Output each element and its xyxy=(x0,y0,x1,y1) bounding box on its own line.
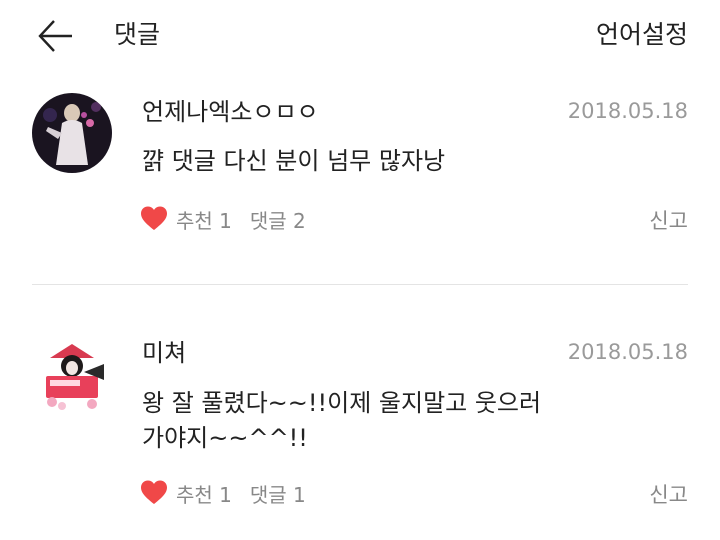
page-title: 댓글 xyxy=(114,20,161,49)
comment-text-line-2: 가야지~~^^!! xyxy=(142,424,308,452)
comment-date: 2018.05.18 xyxy=(567,99,688,123)
avatar-image xyxy=(32,93,112,173)
divider xyxy=(32,284,688,285)
comment-date: 2018.05.18 xyxy=(567,340,688,364)
report-button[interactable]: 신고 xyxy=(649,479,688,509)
comment-text-line-1: 왕 잘 풀렸다~~!!이제 울지말고 웃으러 xyxy=(142,389,542,417)
reply-count[interactable]: 댓글 2 xyxy=(250,205,306,234)
back-button[interactable] xyxy=(36,16,76,56)
reply-count[interactable]: 댓글 1 xyxy=(250,479,306,508)
avatar[interactable] xyxy=(32,336,112,416)
username[interactable]: 미쳐 xyxy=(142,337,186,369)
comment-actions: 추천 1 댓글 2 xyxy=(140,203,306,235)
heart-icon[interactable] xyxy=(140,205,168,233)
avatar[interactable] xyxy=(32,93,112,173)
avatar-image xyxy=(32,336,112,416)
header-bar: 댓글 언어설정 xyxy=(0,0,720,72)
username[interactable]: 언제나엑소ㅇㅁㅇ xyxy=(142,96,319,128)
comment-text: 꺍 댓글 다신 분이 넘무 많자낭 xyxy=(142,147,446,175)
comment-actions: 추천 1 댓글 1 xyxy=(140,477,306,509)
heart-icon[interactable] xyxy=(140,479,168,507)
language-settings-button[interactable]: 언어설정 xyxy=(596,18,688,52)
arrow-left-icon xyxy=(38,20,72,52)
like-count[interactable]: 추천 1 xyxy=(176,479,232,508)
report-button[interactable]: 신고 xyxy=(649,205,688,235)
like-count[interactable]: 추천 1 xyxy=(176,205,232,234)
